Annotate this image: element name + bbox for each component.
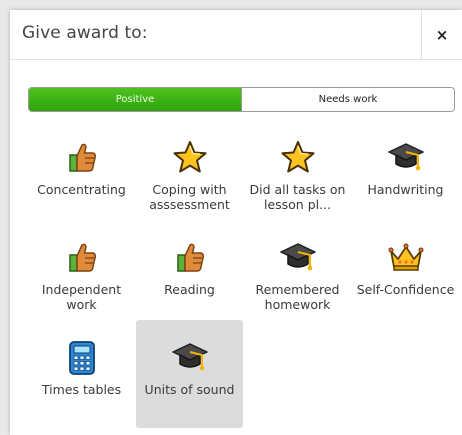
award-label: Remembered homework [255,282,340,312]
award-tile-units-of-sound[interactable]: Units of sound [136,320,243,428]
award-tile-remembered-homework[interactable]: Remembered homework [244,230,351,330]
needs-work-tab[interactable]: Needs work [241,88,454,111]
thumbs-up-icon [28,240,135,276]
graduation-cap-icon [352,140,459,176]
calculator-icon [28,340,135,376]
award-label: Units of sound [144,382,235,397]
award-label: Handwriting [367,182,444,197]
award-type-toggle: Positive Needs work [28,87,455,112]
star-icon [136,140,243,176]
award-tile-self-confidence[interactable]: Self-Confidence [352,230,459,330]
award-tile-reading[interactable]: Reading [136,230,243,330]
close-button[interactable]: × [421,10,462,59]
award-tile-coping[interactable]: Coping with asssessment [136,130,243,230]
thumbs-up-icon [136,240,243,276]
award-label: Independent work [41,282,122,312]
award-label: Reading [164,282,215,297]
award-tile-independent-work[interactable]: Independent work [28,230,135,330]
graduation-cap-icon [244,240,351,276]
thumbs-up-icon [28,140,135,176]
award-label: Times tables [41,382,122,397]
close-icon: × [435,25,449,44]
positive-tab[interactable]: Positive [29,88,241,111]
dialog-title: Give award to: [22,23,148,43]
give-award-dialog: Give award to: × Positive Needs work Con… [10,10,462,435]
star-icon [244,140,351,176]
graduation-cap-icon [136,340,243,376]
award-tile-did-all-tasks[interactable]: Did all tasks on lesson pl... [244,130,351,230]
award-tile-times-tables[interactable]: Times tables [28,330,135,430]
award-tile-concentrating[interactable]: Concentrating [28,130,135,230]
award-label: Concentrating [37,182,126,197]
crown-icon [352,240,459,276]
award-label: Self-Confidence [356,282,455,297]
award-label: Did all tasks on lesson pl... [249,182,346,212]
award-tile-handwriting[interactable]: Handwriting [352,130,459,230]
dialog-header: Give award to: × [10,10,462,60]
award-label: Coping with asssessment [149,182,230,212]
